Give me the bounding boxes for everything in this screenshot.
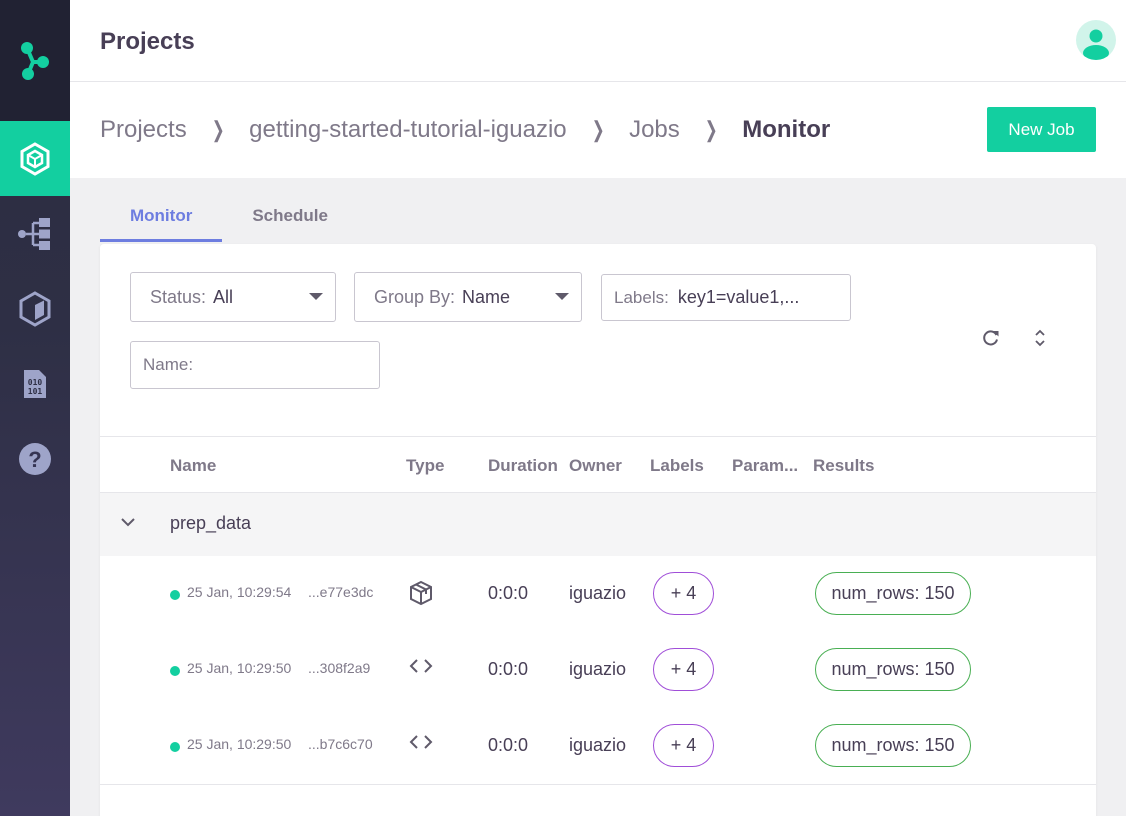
- breadcrumb-projects[interactable]: Projects: [100, 116, 187, 144]
- cube-icon: [19, 290, 51, 327]
- labels-filter[interactable]: Labels: key1=value1,...: [601, 274, 851, 321]
- table-group-row[interactable]: prep_data: [100, 493, 1096, 556]
- column-parameters: Param...: [732, 456, 799, 475]
- table-row[interactable]: 25 Jan, 10:29:54 ...e77e3dc 0:0:0 iguazi…: [100, 556, 1096, 633]
- sidebar: 010 101 ?: [0, 0, 70, 816]
- package-icon: [410, 580, 432, 606]
- table-row[interactable]: 25 Jan, 10:29:50 ...b7c6c70 0:0:0 iguazi…: [100, 708, 1096, 785]
- code-icon: [409, 659, 433, 673]
- breadcrumb-jobs[interactable]: Jobs: [629, 116, 680, 144]
- run-date: 25 Jan, 10:29:50: [187, 736, 292, 752]
- group-by-value: Name: [462, 286, 511, 307]
- status-filter-label: Status:: [150, 286, 207, 307]
- pipeline-icon: [18, 217, 50, 250]
- binary-file-icon: 010 101: [24, 369, 46, 398]
- chevron-right-icon: ❯: [591, 117, 605, 142]
- breadcrumb-project-name[interactable]: getting-started-tutorial-iguazio: [249, 116, 567, 144]
- owner: iguazio: [569, 735, 627, 755]
- sidebar-item-help[interactable]: ?: [0, 421, 70, 496]
- column-owner: Owner: [569, 456, 622, 475]
- table-row[interactable]: 25 Jan, 10:29:50 ...308f2a9 0:0:0 iguazi…: [100, 632, 1096, 709]
- refresh-button[interactable]: [981, 328, 1001, 353]
- group-by-filter[interactable]: Group By: Name: [354, 272, 582, 322]
- run-date: 25 Jan, 10:29:50: [187, 660, 292, 676]
- group-name: prep_data: [170, 513, 252, 533]
- name-filter-label: Name:: [143, 355, 194, 374]
- jobs-panel: Status: All Group By: Name Labels: key1=…: [100, 244, 1096, 816]
- top-bar: Projects: [70, 0, 1126, 82]
- duration: 0:0:0: [488, 659, 529, 679]
- result-chip: num_rows: 150: [815, 572, 971, 615]
- owner: iguazio: [569, 583, 627, 603]
- duration: 0:0:0: [488, 583, 529, 603]
- result-chip: num_rows: 150: [815, 724, 971, 767]
- projects-icon: [20, 141, 50, 176]
- column-results: Results: [813, 456, 875, 475]
- group-by-label: Group By:: [374, 286, 456, 307]
- sidebar-item-pipelines[interactable]: [0, 196, 70, 271]
- run-date: 25 Jan, 10:29:54: [187, 584, 292, 600]
- column-type: Type: [406, 456, 445, 475]
- breadcrumb-monitor: Monitor: [742, 116, 831, 143]
- table-header: Name Type Duration Owner Labels Param...…: [100, 436, 1096, 493]
- sidebar-item-projects[interactable]: [0, 121, 70, 196]
- page-title: Projects: [100, 28, 195, 55]
- sidebar-item-models[interactable]: [0, 271, 70, 346]
- tab-monitor[interactable]: Monitor: [100, 200, 223, 242]
- labels-filter-label: Labels:: [614, 287, 669, 307]
- owner: iguazio: [569, 659, 627, 679]
- column-duration: Duration: [488, 456, 558, 475]
- status-dot: [170, 590, 180, 600]
- refresh-icon: [983, 330, 999, 346]
- chevron-down-icon[interactable]: [120, 516, 136, 528]
- svg-text:?: ?: [28, 447, 41, 472]
- run-uid[interactable]: ...e77e3dc: [308, 584, 373, 600]
- app-logo[interactable]: [0, 0, 70, 121]
- run-uid[interactable]: ...b7c6c70: [308, 736, 373, 752]
- labels-chip[interactable]: + 4: [653, 724, 714, 767]
- breadcrumb-bar: Projects ❯ getting-started-tutorial-igua…: [70, 82, 1126, 178]
- status-filter-value: All: [213, 286, 234, 307]
- caret-down-icon: [555, 293, 569, 300]
- duration: 0:0:0: [488, 735, 529, 755]
- sidebar-item-files[interactable]: 010 101: [0, 346, 70, 421]
- run-uid[interactable]: ...308f2a9: [308, 660, 370, 676]
- labels-chip[interactable]: + 4: [653, 648, 714, 691]
- status-filter[interactable]: Status: All: [130, 272, 336, 322]
- logo-icon: [21, 41, 49, 80]
- result-chip: num_rows: 150: [815, 648, 971, 691]
- tab-bar: Monitor Schedule: [100, 200, 358, 242]
- status-dot: [170, 742, 180, 752]
- svg-text:101: 101: [28, 387, 43, 396]
- code-icon: [409, 735, 433, 749]
- column-labels: Labels: [650, 456, 704, 475]
- svg-text:010: 010: [28, 378, 43, 387]
- help-icon: ?: [19, 442, 51, 475]
- user-avatar[interactable]: [1076, 20, 1116, 60]
- expand-collapse-button[interactable]: [1032, 328, 1048, 353]
- new-job-button[interactable]: New Job: [987, 107, 1096, 152]
- caret-down-icon: [309, 293, 323, 300]
- tab-schedule[interactable]: Schedule: [222, 200, 358, 242]
- labels-filter-input[interactable]: key1=value1,...: [678, 287, 800, 308]
- breadcrumb: Projects ❯ getting-started-tutorial-igua…: [100, 116, 830, 144]
- chevron-right-icon: ❯: [704, 117, 718, 142]
- name-filter[interactable]: Name:: [130, 341, 380, 389]
- labels-chip[interactable]: + 4: [653, 572, 714, 615]
- status-dot: [170, 666, 180, 676]
- user-icon: [1083, 29, 1109, 60]
- expand-collapse-icon: [1035, 329, 1045, 347]
- chevron-right-icon: ❯: [211, 117, 225, 142]
- column-name: Name: [170, 456, 217, 475]
